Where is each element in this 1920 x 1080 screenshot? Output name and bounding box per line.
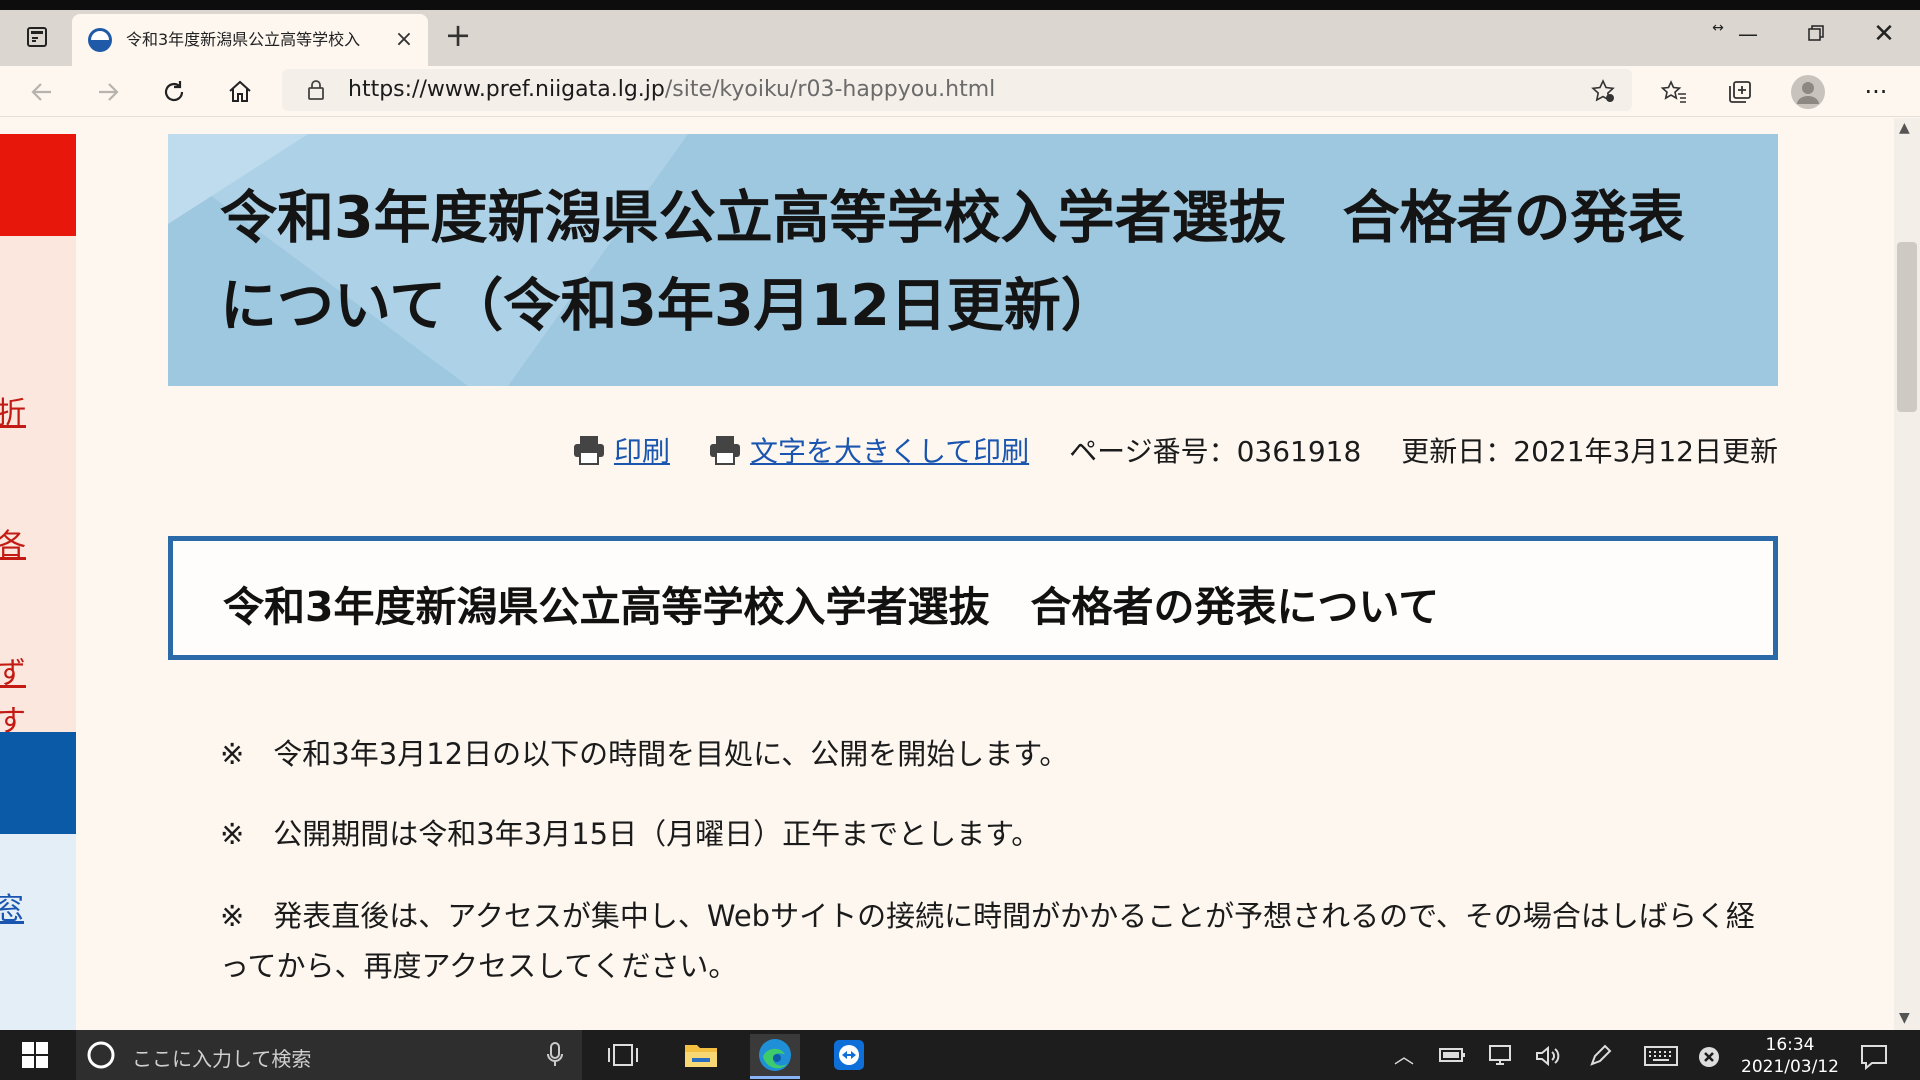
search-placeholder: ここに入力して検索	[132, 1047, 312, 1071]
task-view-icon	[608, 1044, 638, 1066]
folder-icon	[685, 1045, 717, 1067]
show-hidden-icons-button[interactable]: ︿	[1394, 1040, 1414, 1069]
site-favicon-icon	[88, 28, 112, 52]
favorites-button[interactable]	[1652, 72, 1696, 112]
refresh-button[interactable]	[152, 72, 196, 112]
sidebar-link-2[interactable]: 各	[0, 520, 26, 564]
sidebar-link-3[interactable]: ず	[0, 648, 26, 692]
add-favorite-star-icon[interactable]	[1590, 78, 1616, 104]
settings-more-button[interactable]: ···	[1854, 72, 1898, 112]
tab-title: 令和3年度新潟県公立高等学校入	[126, 30, 361, 49]
section-heading-box: 令和3年度新潟県公立高等学校入学者選抜 合格者の発表について	[168, 536, 1778, 660]
scroll-down-icon[interactable]: ▼	[1899, 1010, 1910, 1026]
updated-date: 更新日：2021年3月12日更新	[1401, 435, 1778, 468]
lock-icon	[308, 80, 324, 100]
favorites-list-icon	[1660, 80, 1686, 103]
home-button[interactable]	[218, 72, 262, 112]
tab-actions-icon	[27, 27, 47, 47]
forward-button[interactable]	[86, 72, 130, 112]
sidebar-link-1[interactable]: 折	[0, 388, 26, 432]
volume-icon[interactable]	[1534, 1044, 1562, 1068]
printer-large-icon	[709, 436, 740, 465]
pen-icon[interactable]	[1588, 1044, 1612, 1068]
avatar-icon	[1791, 75, 1825, 109]
left-sidebar: 折 各 ず す 窓	[0, 118, 76, 1030]
page-title-banner: 令和3年度新潟県公立高等学校入学者選抜 合格者の発表について（令和3年3月12日…	[168, 134, 1778, 386]
keyboard-icon[interactable]	[1644, 1046, 1678, 1066]
scroll-up-icon[interactable]: ▲	[1899, 120, 1910, 136]
page-meta-row: 印刷 文字を大きくして印刷 ページ番号：0361918 更新日：2021年3月1…	[540, 428, 1778, 472]
teamviewer-button[interactable]	[824, 1034, 874, 1076]
scrollbar-thumb[interactable]	[1897, 242, 1917, 412]
file-explorer-button[interactable]	[676, 1034, 726, 1076]
battery-icon[interactable]	[1438, 1046, 1466, 1064]
clock-time: 16:34	[1765, 1035, 1815, 1055]
page-title: 令和3年度新潟県公立高等学校入学者選抜 合格者の発表について（令和3年3月12日…	[220, 185, 1685, 339]
window-top-strip	[0, 0, 1920, 10]
printer-icon	[573, 436, 604, 465]
tab-close-button[interactable]: ×	[390, 26, 418, 54]
large-print-link[interactable]: 文字を大きくして印刷	[750, 430, 1029, 470]
maximize-button[interactable]	[1786, 16, 1846, 52]
notice-2: ※ 公開期間は令和3年3月15日（月曜日）正午までとします。	[220, 817, 1041, 851]
more-dots-icon: ···	[1864, 78, 1888, 106]
taskbar-search[interactable]: ここに入力して検索	[76, 1030, 582, 1080]
page-number: ページ番号：0361918	[1069, 435, 1362, 468]
address-bar[interactable]: https://www.pref.niigata.lg.jp/site/kyoi…	[282, 69, 1632, 111]
tab-actions-button[interactable]	[20, 20, 54, 54]
sidebar-blue-panel: 窓	[0, 834, 76, 1030]
clock-date: 2021/03/12	[1741, 1057, 1839, 1077]
clock[interactable]: 16:34 2021/03/12	[1730, 1034, 1850, 1078]
new-tab-button[interactable]: +	[440, 18, 476, 54]
home-icon	[229, 80, 251, 102]
notice-3: ※ 発表直後は、アクセスが集中し、Webサイトの接続に時間がかかることが予想され…	[220, 899, 1755, 983]
forward-arrow-icon	[99, 83, 119, 101]
edge-browser-icon	[759, 1039, 791, 1071]
ime-status-icon[interactable]	[1698, 1046, 1720, 1068]
collections-button[interactable]	[1718, 72, 1762, 112]
windows-logo-icon	[22, 1042, 48, 1068]
network-icon[interactable]	[1486, 1044, 1514, 1068]
minimize-button[interactable]: —	[1718, 16, 1778, 52]
notification-center-icon[interactable]	[1860, 1044, 1888, 1070]
refresh-icon	[164, 81, 184, 102]
restore-icon	[1808, 25, 1824, 41]
section-heading: 令和3年度新潟県公立高等学校入学者選抜 合格者の発表について	[223, 583, 1440, 631]
teamviewer-icon	[834, 1040, 864, 1070]
notice-1: ※ 令和3年3月12日の以下の時間を目処に、公開を開始します。	[220, 737, 1069, 771]
back-button[interactable]	[20, 72, 64, 112]
url-host: https://www.pref.niigata.lg.jp	[348, 77, 665, 102]
sidebar-blue-block	[0, 732, 76, 834]
start-button[interactable]	[10, 1034, 60, 1076]
edge-taskbar-button[interactable]	[750, 1034, 800, 1079]
task-view-button[interactable]	[598, 1034, 648, 1076]
collections-icon	[1729, 81, 1751, 103]
cortana-circle-icon	[87, 1041, 115, 1069]
print-link[interactable]: 印刷	[614, 430, 670, 470]
profile-button[interactable]	[1786, 72, 1830, 112]
microphone-icon[interactable]	[546, 1042, 564, 1068]
url-path: /site/kyoiku/r03-happyou.html	[664, 77, 996, 102]
sidebar-red-block	[0, 134, 76, 236]
back-arrow-icon	[31, 83, 51, 101]
browser-tab[interactable]: 令和3年度新潟県公立高等学校入 ×	[72, 14, 428, 66]
url-text[interactable]: https://www.pref.niigata.lg.jp/site/kyoi…	[348, 77, 995, 102]
sidebar-link-5[interactable]: 窓	[0, 884, 24, 928]
close-window-button[interactable]: ✕	[1854, 16, 1914, 52]
